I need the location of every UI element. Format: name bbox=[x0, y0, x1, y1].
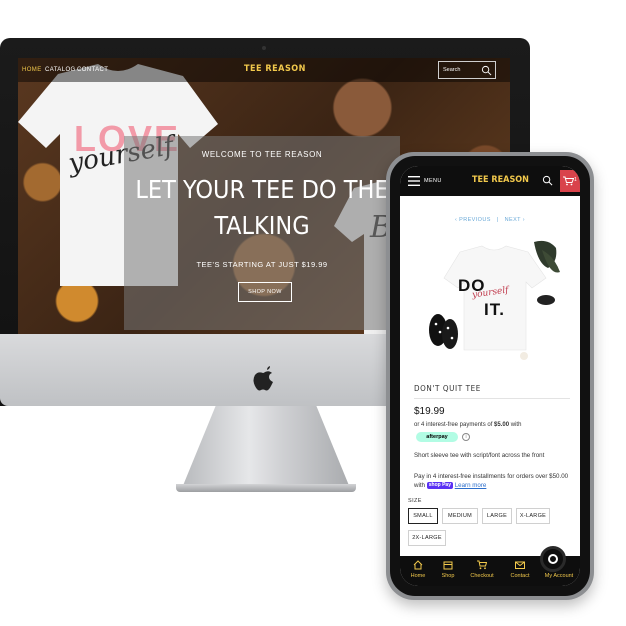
hero-subtitle: TEE'S STARTING AT JUST $19.99 bbox=[196, 260, 328, 269]
imac-camera bbox=[262, 46, 266, 50]
bottom-nav-checkout[interactable]: Checkout bbox=[464, 556, 500, 586]
divider bbox=[414, 398, 570, 399]
bottom-nav-shop[interactable]: Shop bbox=[430, 556, 466, 586]
hamburger-menu-icon[interactable] bbox=[408, 176, 420, 186]
search-icon[interactable] bbox=[481, 65, 492, 76]
hero-welcome-text: WELCOME TO TEE REASON bbox=[201, 150, 323, 159]
nav-catalog-link[interactable]: CATALOG bbox=[45, 67, 76, 73]
afterpay-amount: $5.00 bbox=[494, 422, 510, 428]
size-label: SIZE bbox=[408, 498, 422, 504]
learn-more-link[interactable]: Learn more bbox=[455, 482, 487, 489]
apple-logo-icon bbox=[253, 366, 273, 391]
product-title: DON'T QUIT TEE bbox=[414, 384, 481, 393]
previous-link[interactable]: ‹ PREVIOUS bbox=[455, 217, 491, 223]
cart-icon bbox=[477, 560, 487, 570]
menu-label[interactable]: MENU bbox=[424, 178, 442, 184]
bottom-nav-checkout-label: Checkout bbox=[470, 573, 494, 579]
imac-base bbox=[176, 484, 356, 492]
bottom-nav-contact-label: Contact bbox=[510, 573, 530, 579]
hero-overlay: WELCOME TO TEE REASON LET YOUR TEE DO TH… bbox=[124, 136, 400, 330]
afterpay-message: or 4 interest-free payments of $5.00 wit… bbox=[414, 422, 521, 428]
size-option-2x-large[interactable]: 2X-LARGE bbox=[408, 530, 446, 546]
bottom-nav-shop-label: Shop bbox=[441, 573, 455, 579]
cart-count-badge: 1 bbox=[574, 177, 577, 183]
mobile-site-logo[interactable]: TEE REASON bbox=[472, 175, 529, 185]
chat-button[interactable] bbox=[540, 546, 566, 572]
size-option-small[interactable]: SMALL bbox=[408, 508, 438, 524]
hero-title-line2: TALKING bbox=[214, 211, 310, 240]
phone-bezel: MENU TEE REASON 1 ‹ PREVIOUS | NEXT › DO… bbox=[390, 156, 590, 596]
desktop-navbar: HOME CATALOG CONTACT TEE REASON Search bbox=[18, 58, 510, 82]
info-icon[interactable]: i bbox=[462, 433, 470, 441]
shoppay-message: Pay in 4 interest-free installments for … bbox=[414, 472, 576, 490]
size-option-large[interactable]: LARGE bbox=[482, 508, 512, 524]
shop-now-button[interactable]: SHOP NOW bbox=[238, 282, 292, 302]
mail-icon bbox=[515, 561, 525, 569]
shoppay-badge: shop Pay bbox=[426, 481, 453, 489]
mobile-header: MENU TEE REASON 1 bbox=[400, 166, 580, 196]
bottom-nav-contact[interactable]: Contact bbox=[502, 556, 538, 586]
next-link[interactable]: NEXT › bbox=[505, 217, 525, 223]
nav-home-link[interactable]: HOME bbox=[22, 67, 42, 73]
product-price: $19.99 bbox=[414, 406, 445, 417]
imac-stand bbox=[182, 406, 350, 488]
hero-title-line1: LET YOUR TEE DO THE bbox=[135, 175, 389, 204]
chat-icon bbox=[548, 554, 558, 564]
mobile-website: MENU TEE REASON 1 ‹ PREVIOUS | NEXT › DO… bbox=[400, 166, 580, 586]
bottom-nav-my-account-label: My Account bbox=[544, 573, 574, 579]
search-input[interactable]: Search bbox=[443, 67, 460, 73]
pager-separator: | bbox=[496, 217, 499, 223]
afterpay-badge[interactable]: afterpay bbox=[416, 432, 458, 442]
search-box[interactable]: Search bbox=[438, 61, 496, 79]
device-mockup: LOVE yourself Be HOME CATALOG CONTACT TE… bbox=[0, 0, 626, 626]
size-option-medium[interactable]: MEDIUM bbox=[442, 508, 478, 524]
home-icon bbox=[413, 560, 423, 570]
search-icon[interactable] bbox=[542, 175, 553, 186]
product-print-it: IT. bbox=[484, 300, 505, 319]
cart-button[interactable]: 1 bbox=[560, 170, 580, 192]
afterpay-suffix: with bbox=[510, 422, 522, 428]
phone-frame: MENU TEE REASON 1 ‹ PREVIOUS | NEXT › DO… bbox=[386, 152, 594, 600]
afterpay-prefix: or 4 interest-free payments of bbox=[414, 422, 493, 428]
site-logo[interactable]: TEE REASON bbox=[244, 64, 306, 74]
product-description: Short sleeve tee with script/font across… bbox=[414, 452, 545, 459]
size-option-x-large[interactable]: X-LARGE bbox=[516, 508, 550, 524]
product-pager: ‹ PREVIOUS | NEXT › bbox=[400, 217, 580, 223]
nav-contact-link[interactable]: CONTACT bbox=[77, 67, 108, 73]
hero-title: LET YOUR TEE DO THE TALKING bbox=[124, 172, 400, 244]
shop-icon bbox=[443, 561, 453, 570]
cart-icon bbox=[563, 176, 574, 186]
